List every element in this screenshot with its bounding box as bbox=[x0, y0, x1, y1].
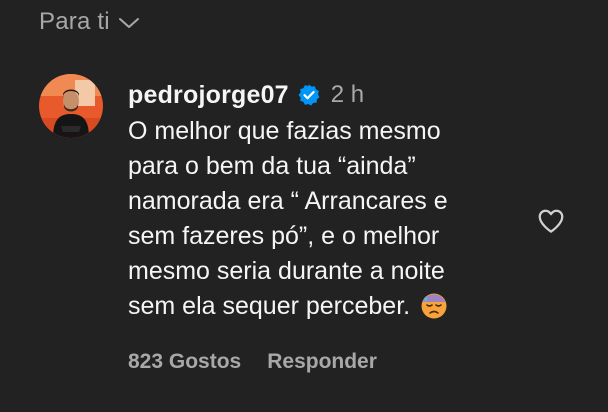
comment-text-line: sem fazeres pó”, e o melhor bbox=[128, 222, 440, 250]
comment-header: pedrojorge07 2 h bbox=[128, 78, 528, 112]
avatar-photo bbox=[39, 74, 103, 138]
verified-badge-icon bbox=[298, 84, 320, 106]
comment-text-line-last: sem ela sequer perceber. bbox=[128, 289, 528, 324]
likes-count-link[interactable]: 823 Gostos bbox=[128, 350, 241, 374]
sleepy-face-with-sweat-emoji bbox=[420, 292, 448, 320]
comment-text-line: mesmo seria durante a noite bbox=[128, 257, 445, 285]
comment-text: O melhor que fazias mesmo para o bem da … bbox=[128, 114, 528, 324]
comment-text-line: para o bem da tua “ainda” bbox=[128, 152, 416, 180]
comment-time[interactable]: 2 h bbox=[331, 81, 364, 109]
comment-text-line: namorada era “ Arrancares e bbox=[128, 187, 448, 215]
feed-filter-label: Para ti bbox=[39, 8, 110, 35]
like-button[interactable] bbox=[536, 206, 566, 236]
comment: pedrojorge07 2 h O melhor que fazias mes… bbox=[128, 78, 528, 324]
username[interactable]: pedrojorge07 bbox=[128, 81, 289, 110]
feed-filter-dropdown[interactable]: Para ti bbox=[39, 6, 140, 38]
avatar[interactable] bbox=[39, 74, 103, 138]
comment-text-line: sem ela sequer perceber. bbox=[128, 292, 411, 320]
reply-button[interactable]: Responder bbox=[267, 350, 377, 374]
heart-outline-icon bbox=[538, 209, 564, 233]
comment-text-line: O melhor que fazias mesmo bbox=[128, 117, 441, 145]
chevron-down-icon bbox=[118, 18, 139, 28]
comment-actions: 823 Gostos Responder bbox=[128, 348, 377, 376]
